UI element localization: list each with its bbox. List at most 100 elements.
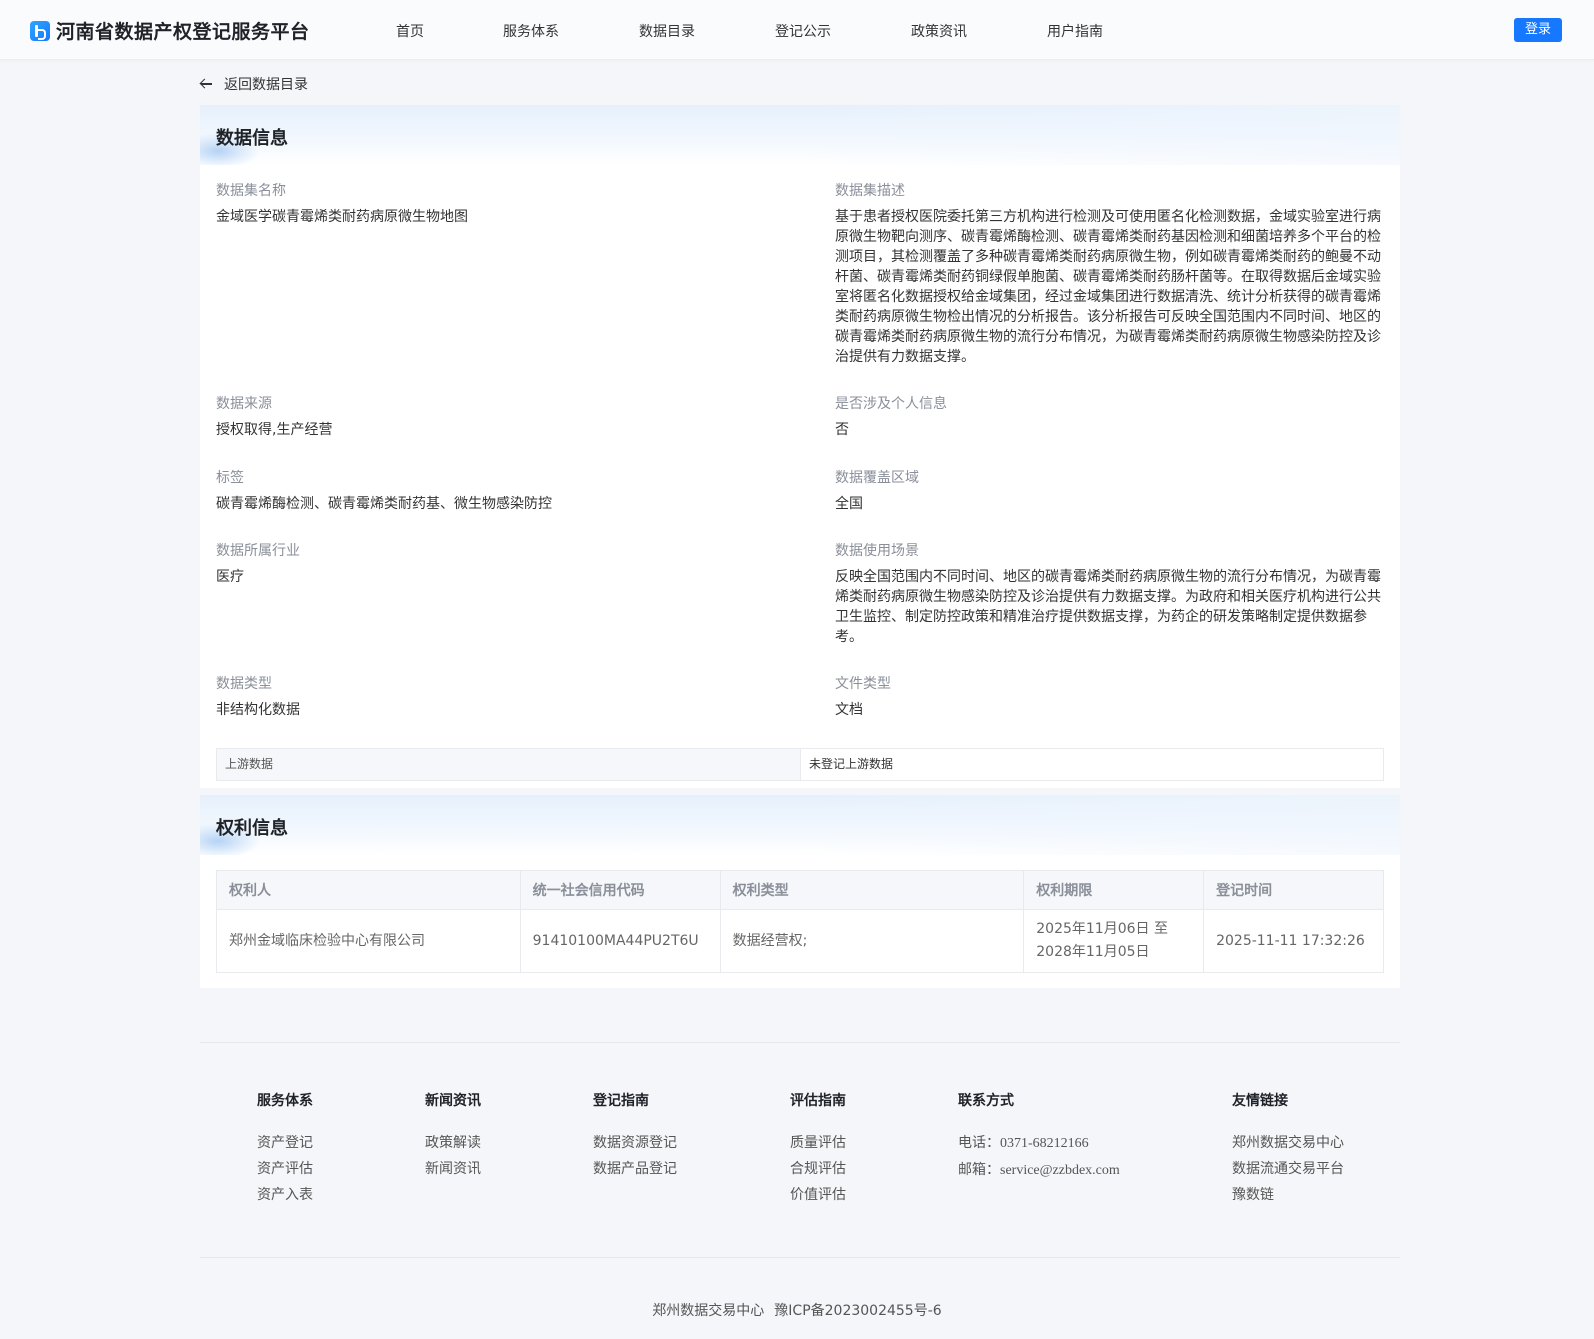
table-row: 郑州金域临床检验中心有限公司 91410100MA44PU2T6U 数据经营权;… [216, 909, 1384, 973]
nav-policy-news[interactable]: 政策资讯 [911, 21, 967, 41]
rights-info-header: 权利信息 [200, 795, 1400, 855]
top-header: 河南省数据产权登记服务平台 首页 服务体系 数据目录 登记公示 政策资讯 用户指… [0, 0, 1594, 60]
field-value: 医疗 [216, 569, 244, 585]
column-header: 权利人 [216, 870, 521, 910]
upstream-value: 未登记上游数据 [809, 757, 894, 771]
login-button[interactable]: 登录 [1514, 18, 1562, 42]
footer-link-yu-data-chain[interactable]: 豫数链 [1232, 1188, 1344, 1202]
email-label: 邮箱： [958, 1162, 1000, 1178]
rights-holder-cell: 郑州金域临床检验中心有限公司 [216, 909, 521, 973]
footer-top-divider [200, 1042, 1400, 1043]
arrow-left-icon [200, 78, 216, 90]
field-value: 全国 [835, 496, 863, 512]
nav-home[interactable]: 首页 [396, 21, 424, 41]
footer-link-asset-registration[interactable]: 资产登记 [257, 1136, 313, 1150]
footer-link-value-assessment[interactable]: 价值评估 [790, 1188, 846, 1202]
field-label: 数据所属行业 [216, 543, 300, 559]
field-label: 数据使用场景 [835, 543, 919, 559]
field-label: 文件类型 [835, 676, 891, 692]
field-industry: 数据所属行业 医疗 [216, 541, 766, 587]
field-label: 数据集名称 [216, 183, 286, 199]
footer-col-title: 新闻资讯 [425, 1093, 481, 1109]
table-header-row: 权利人 统一社会信用代码 权利类型 权利期限 登记时间 [216, 870, 1384, 910]
copyright-bar: 郑州数据交易中心 豫ICP备2023002455号-6 [0, 1300, 1594, 1320]
footer-link-asset-booking[interactable]: 资产入表 [257, 1188, 313, 1202]
footer-col-title: 联系方式 [958, 1093, 1014, 1109]
right-type-cell: 数据经营权; [719, 909, 1025, 973]
field-label: 数据覆盖区域 [835, 470, 919, 486]
data-info-title: 数据信息 [216, 128, 288, 149]
field-value: 反映全国范围内不同时间、地区的碳青霉烯类耐药病原微生物的流行分布情况，为碳青霉烯… [835, 569, 1381, 645]
field-value: 金域医学碳青霉烯类耐药病原微生物地图 [216, 209, 468, 225]
phone-value: 0371-68212166 [1000, 1136, 1089, 1151]
field-label: 是否涉及个人信息 [835, 396, 947, 412]
footer-link-data-trading-platform[interactable]: 数据流通交易平台 [1232, 1162, 1344, 1176]
credit-code-cell: 91410100MA44PU2T6U [519, 909, 721, 973]
site-title: 河南省数据产权登记服务平台 [56, 21, 310, 43]
copyright-org: 郑州数据交易中心 [652, 1303, 765, 1319]
footer-link-news[interactable]: 新闻资讯 [425, 1162, 481, 1176]
field-data-type: 数据类型 非结构化数据 [216, 674, 766, 720]
footer-col-news: 新闻资讯 政策解读 新闻资讯 [425, 1090, 481, 1176]
field-value: 否 [835, 422, 849, 438]
footer-link-compliance-assessment[interactable]: 合规评估 [790, 1162, 846, 1176]
upstream-data-row: 上游数据 未登记上游数据 [216, 748, 1384, 781]
footer-col-title: 友情链接 [1232, 1093, 1288, 1109]
icp-number[interactable]: 豫ICP备2023002455号-6 [774, 1303, 941, 1319]
footer-col-registration-guide: 登记指南 数据资源登记 数据产品登记 [593, 1090, 677, 1176]
data-info-panel: 数据信息 数据集名称 金域医学碳青霉烯类耐药病原微生物地图 数据集描述 基于患者… [200, 105, 1400, 788]
field-value: 非结构化数据 [216, 702, 300, 718]
field-value: 文档 [835, 702, 863, 718]
registered-at-cell: 2025-11-11 17:32:26 [1203, 909, 1384, 973]
column-header: 权利类型 [719, 870, 1025, 910]
back-link-label: 返回数据目录 [224, 77, 308, 93]
field-label: 数据集描述 [835, 183, 905, 199]
field-value: 基于患者授权医院委托第三方机构进行检测及可使用匿名化检测数据，金域实验室进行病原… [835, 209, 1381, 365]
footer-link-resource-registration[interactable]: 数据资源登记 [593, 1136, 677, 1150]
footer-link-product-registration[interactable]: 数据产品登记 [593, 1162, 677, 1176]
footer-col-friendly-links: 友情链接 郑州数据交易中心 数据流通交易平台 豫数链 [1232, 1090, 1344, 1202]
nav-services[interactable]: 服务体系 [503, 21, 559, 41]
field-label: 标签 [216, 470, 244, 486]
upstream-label: 上游数据 [217, 749, 801, 780]
field-tags: 标签 碳青霉烯酶检测、碳青霉烯类耐药基、微生物感染防控 [216, 468, 766, 514]
rights-table: 权利人 统一社会信用代码 权利类型 权利期限 登记时间 郑州金域临床检验中心有限… [216, 870, 1384, 973]
field-coverage: 数据覆盖区域 全国 [835, 468, 1385, 514]
field-dataset-description: 数据集描述 基于患者授权医院委托第三方机构进行检测及可使用匿名化检测数据，金域实… [835, 181, 1385, 367]
footer-link-zz-data-exchange[interactable]: 郑州数据交易中心 [1232, 1136, 1344, 1150]
field-value: 碳青霉烯酶检测、碳青霉烯类耐药基、微生物感染防控 [216, 496, 552, 512]
term-end: 2028年11月05日 [1036, 944, 1150, 960]
rights-info-panel: 权利信息 权利人 统一社会信用代码 权利类型 权利期限 登记时间 郑州金域临床检… [200, 795, 1400, 988]
nav-user-guide[interactable]: 用户指南 [1047, 21, 1103, 41]
term-start: 2025年11月06日 至 [1036, 921, 1168, 937]
footer-link-policy[interactable]: 政策解读 [425, 1136, 481, 1150]
site-logo[interactable]: 河南省数据产权登记服务平台 [30, 17, 310, 44]
footer-bottom-divider [200, 1257, 1400, 1258]
column-header: 权利期限 [1023, 870, 1205, 910]
footer-col-contact: 联系方式 电话：0371-68212166 邮箱：service@zzbdex.… [958, 1090, 1120, 1178]
back-to-catalog-link[interactable]: 返回数据目录 [200, 74, 308, 94]
footer-col-assessment-guide: 评估指南 质量评估 合规评估 价值评估 [790, 1090, 846, 1202]
phone-label: 电话： [958, 1135, 1000, 1151]
footer-col-title: 登记指南 [593, 1093, 649, 1109]
logo-icon [30, 20, 50, 41]
rights-term-cell: 2025年11月06日 至 2028年11月05日 [1023, 909, 1205, 973]
field-data-source: 数据来源 授权取得,生产经营 [216, 394, 766, 440]
footer-col-title: 评估指南 [790, 1093, 846, 1109]
contact-phone: 电话：0371-68212166 [958, 1136, 1120, 1151]
column-header: 统一社会信用代码 [519, 870, 721, 910]
column-header: 登记时间 [1203, 870, 1384, 910]
footer-col-title: 服务体系 [257, 1093, 313, 1109]
field-value: 授权取得,生产经营 [216, 422, 333, 438]
footer-col-services: 服务体系 资产登记 资产评估 资产入表 [257, 1090, 313, 1202]
email-value[interactable]: service@zzbdex.com [1000, 1163, 1120, 1178]
footer-link-asset-valuation[interactable]: 资产评估 [257, 1162, 313, 1176]
nav-registration-notice[interactable]: 登记公示 [775, 21, 831, 41]
field-file-type: 文件类型 文档 [835, 674, 1385, 720]
field-usage-scenario: 数据使用场景 反映全国范围内不同时间、地区的碳青霉烯类耐药病原微生物的流行分布情… [835, 541, 1385, 647]
contact-email: 邮箱：service@zzbdex.com [958, 1163, 1120, 1178]
nav-data-catalog[interactable]: 数据目录 [639, 21, 695, 41]
footer-link-quality-assessment[interactable]: 质量评估 [790, 1136, 846, 1150]
rights-info-title: 权利信息 [216, 818, 288, 839]
field-label: 数据来源 [216, 396, 272, 412]
